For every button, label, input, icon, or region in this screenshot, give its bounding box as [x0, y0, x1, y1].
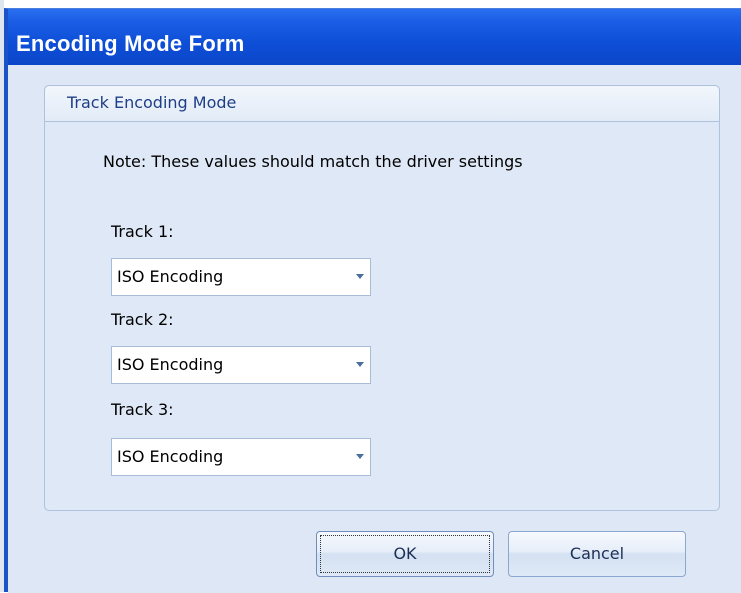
group-title: Track Encoding Mode — [67, 93, 237, 112]
note-text: Note: These values should match the driv… — [103, 152, 523, 171]
chevron-down-icon[interactable] — [356, 274, 364, 279]
window-title: Encoding Mode Form — [16, 31, 245, 56]
chevron-down-icon[interactable] — [356, 362, 364, 367]
track-1-encoding-value: ISO Encoding — [117, 267, 224, 286]
track-2-encoding-select[interactable]: ISO Encoding — [111, 346, 371, 384]
cancel-button-label: Cancel — [569, 544, 625, 563]
track-2-encoding-value: ISO Encoding — [117, 355, 224, 374]
track-3-encoding-value: ISO Encoding — [117, 447, 224, 466]
group-header: Track Encoding Mode — [45, 86, 719, 122]
cancel-button[interactable]: Cancel — [508, 531, 686, 577]
dialog-client-area: Track Encoding Mode Note: These values s… — [8, 65, 741, 593]
dialog-window: Encoding Mode Form Track Encoding Mode N… — [4, 8, 741, 593]
track-2-label: Track 2: — [111, 310, 174, 329]
focus-rectangle — [320, 535, 490, 573]
track-encoding-group: Track Encoding Mode Note: These values s… — [44, 85, 720, 511]
track-1-encoding-select[interactable]: ISO Encoding — [111, 258, 371, 296]
track-3-encoding-select[interactable]: ISO Encoding — [111, 438, 371, 476]
track-3-label: Track 3: — [111, 400, 174, 419]
ok-button[interactable]: OK — [316, 531, 494, 577]
title-bar[interactable]: Encoding Mode Form — [8, 9, 741, 65]
chevron-down-icon[interactable] — [356, 454, 364, 459]
track-1-label: Track 1: — [111, 222, 174, 241]
